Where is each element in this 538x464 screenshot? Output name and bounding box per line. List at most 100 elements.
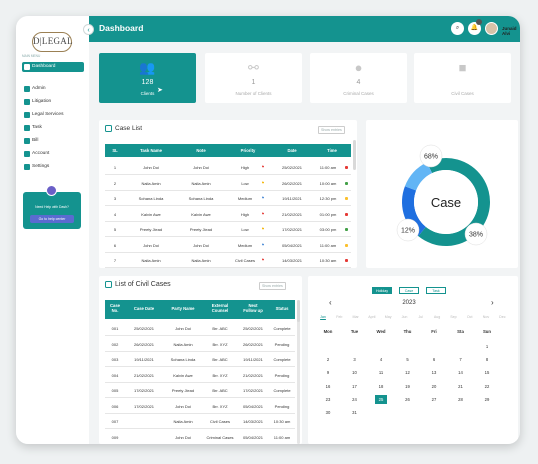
prev-year-button[interactable]: ‹ [329,298,332,307]
calendar-day[interactable]: 26 [402,395,414,404]
card-civil-cases[interactable]: ■ Civil Cases [414,53,511,103]
month-aug[interactable]: Aug [430,315,444,319]
table-row[interactable]: 003 19/11/2021 Sohana Linda Brr. ABC 19/11/2… [105,352,295,367]
table-cell: 19/11/2021 [282,196,302,201]
collapse-sidebar-button[interactable]: ‹ [83,24,94,35]
table-row[interactable]: 001 25/02/2021 John Doi Brr. ABC 25/02/2021 C… [105,321,295,336]
calendar-day[interactable]: 24 [349,395,361,404]
month-feb[interactable]: Feb [332,315,346,319]
calendar-day[interactable]: 16 [322,382,334,391]
calendar-day[interactable]: 21 [455,382,467,391]
scrollbar[interactable] [297,300,300,322]
search-icon[interactable]: ⌕ [451,22,464,35]
month-nov[interactable]: Nov [479,315,493,319]
scrollbar[interactable] [353,140,356,170]
show-entries-select[interactable]: Show entries [318,126,345,134]
table-row[interactable]: 004 21/02/2021 Kalvin Awe Brr. XYZ 21/02/202… [105,368,295,383]
col-task-name: Task Name [140,148,162,153]
calendar-day[interactable]: 3 [349,355,361,364]
calendar-day[interactable]: 29 [481,395,493,404]
calendar-day[interactable]: 23 [322,395,334,404]
sidebar-item-admin[interactable]: Admin [22,84,84,94]
app-logo[interactable]: D|LEGAL [32,32,73,52]
month-jul[interactable]: Jul [414,315,428,319]
status-dot [345,212,348,216]
sidebar-item-settings[interactable]: Settings [22,162,84,172]
case-list-panel: Case List Show entries SL Task Name Note… [99,120,357,268]
sidebar-item-label: Account [32,151,50,156]
table-row[interactable]: 005 17/02/2021 Preety Jiead Brr. ABC 17/02/2… [105,383,295,398]
table-row[interactable]: 006 17/02/2021 John Doi Brr. XYZ 05/04/2021 P… [105,399,295,414]
calendar-day[interactable]: 15 [481,368,493,377]
calendar-day[interactable]: 31 [349,408,361,417]
month-mar[interactable]: Mar [349,315,363,319]
table-cell: 19/11/2021 [243,357,263,362]
table-row[interactable]: 4 Kalvin Awe Kalvin Awe High 21/02/2021 01:00… [105,207,351,222]
table-row[interactable]: 5 Preety Jiead Preety Jiead Low 17/02/2021 03… [105,222,351,237]
calendar-day[interactable]: 2 [322,355,334,364]
calendar-day[interactable]: 1 [481,342,493,351]
table-cell: 004 [111,372,119,378]
user-name[interactable]: Junaid Alvi [502,26,520,36]
table-cell: John Doi [193,242,209,248]
sidebar-item-account[interactable]: Account [22,149,84,159]
month-dec[interactable]: Dec [495,315,509,319]
table-cell: 14/03/2021 [242,419,264,424]
user-avatar[interactable] [485,22,498,35]
calendar-day[interactable]: 22 [481,382,493,391]
tab-task[interactable]: Task [426,287,446,294]
col-next-follow-up: Next Follow up [243,303,263,313]
status-dot [345,228,348,231]
sidebar-item-task[interactable]: Task [22,123,84,133]
calendar-day[interactable]: 5 [402,355,414,364]
month-sep[interactable]: Sep [446,315,460,319]
table-cell: 12:30 pm [319,196,337,201]
table-row[interactable]: 7 Naila Amin Naila Amin Civil Cases 14/03/20… [105,253,351,268]
calendar-day[interactable]: 19 [402,382,414,391]
card-number-of-clients[interactable]: ⚯ 1 Number of Clients [205,53,302,103]
tab-holiday[interactable]: Holiday [372,287,392,294]
priority-flag-icon: ⚑ [261,180,265,185]
calendar-day[interactable]: 6 [428,355,440,364]
table-row[interactable]: 3 Sohana Linda Sohana Linda Medium 19/11/202… [105,191,351,206]
sidebar-item-litigation[interactable]: Litigation [22,97,84,107]
card-clients[interactable]: 👥 128 Clients ➤ [99,53,196,103]
calendar-day[interactable]: 28 [455,395,467,404]
tab-case[interactable]: Case [399,287,419,294]
calendar-day[interactable]: 9 [322,368,334,377]
calendar-day[interactable]: 10 [349,368,361,377]
card-criminal-cases[interactable]: ● 4 Criminal Cases [310,53,407,103]
calendar-day[interactable]: 8 [481,355,493,364]
table-cell: Medium [237,242,253,248]
next-year-button[interactable]: › [491,298,494,307]
calendar-day[interactable]: 27 [428,395,440,404]
calendar-day[interactable]: 17 [349,382,361,391]
table-row[interactable]: 1 John Doi John Doi High 25/02/2021 11:00 am ⚑ [105,160,351,175]
calendar-day[interactable]: 20 [428,382,440,391]
calendar-day[interactable]: 14 [455,368,467,377]
calendar-day[interactable]: 7 [455,355,467,364]
calendar-day[interactable]: 12 [402,368,414,377]
calendar-day[interactable]: 4 [375,355,387,364]
table-cell: Brr. ABC [212,357,228,362]
sidebar-item-bill[interactable]: Bill [22,136,84,146]
sidebar-item-legal-services[interactable]: Legal Services [22,110,84,120]
calendar-day[interactable]: 30 [322,408,334,417]
month-jan[interactable]: Jan [316,315,330,319]
calendar-day[interactable]: 11 [375,368,387,377]
table-row[interactable]: 002 26/02/2021 Naila Amin Brr. XYZ 26/02/202… [105,337,295,352]
month-april[interactable]: April [365,315,379,319]
calendar-day[interactable]: 25 [375,394,387,404]
table-row[interactable]: 007 Naila Amin Civil Cases 14/03/2021 10:30 … [105,414,295,429]
month-may[interactable]: May [381,315,395,319]
table-row[interactable]: 009 John Doi Criminal Cases 05/04/2021 11:00… [105,430,295,444]
calendar-day[interactable]: 13 [428,368,440,377]
month-jun[interactable]: Jun [398,315,412,319]
table-row[interactable]: 6 John Doi John Doi Medium 05/04/2021 11:00 a… [105,238,351,253]
calendar-day[interactable]: 18 [375,382,387,391]
help-center-button[interactable]: Go to help center [30,215,74,223]
table-row[interactable]: 2 Naila Amin Naila Amin Low 26/02/2021 10:00 … [105,176,351,191]
month-oct[interactable]: Oct [463,315,477,319]
show-entries-select[interactable]: Show entries [259,282,286,290]
sidebar-item-dashboard[interactable]: Dashboard [22,62,84,72]
